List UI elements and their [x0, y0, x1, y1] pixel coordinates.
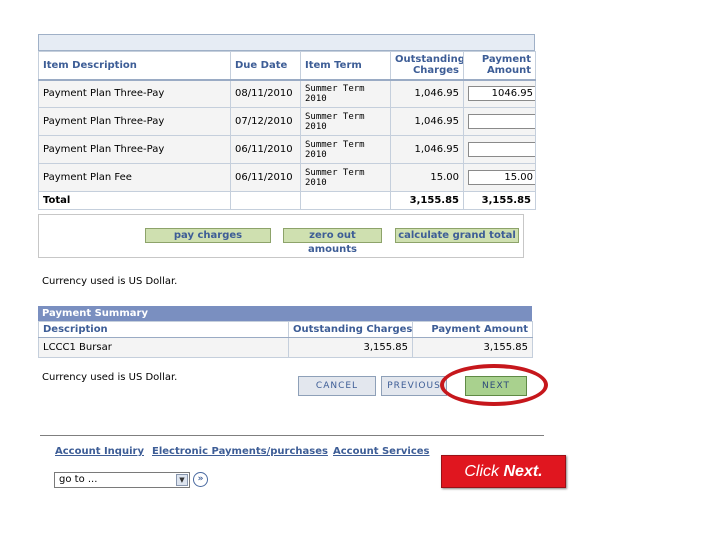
due-date: 08/11/2010: [230, 79, 301, 108]
total-row: Total 3,155.85 3,155.85: [38, 191, 536, 210]
highlight-ellipse: [440, 364, 548, 406]
col-payment-amount: Payment Amount: [463, 51, 536, 81]
summary-col-payment: Payment Amount: [412, 321, 533, 338]
payment-summary-table: Description Outstanding Charges Payment …: [38, 321, 533, 358]
payment-amount-input[interactable]: [468, 86, 535, 102]
item-description: Payment Plan Three-Pay: [38, 79, 231, 108]
payment-amount-input[interactable]: [468, 142, 535, 157]
previous-button[interactable]: PREVIOUS: [381, 376, 447, 396]
callout-prefix: Click: [464, 463, 504, 480]
goto-select[interactable]: go to ... ▼: [54, 472, 190, 488]
total-outstanding: 3,155.85: [390, 191, 464, 210]
account-inquiry-link[interactable]: Account Inquiry: [55, 446, 144, 457]
payment-amount-input[interactable]: [468, 170, 535, 185]
currency-note-2: Currency used is US Dollar.: [42, 372, 178, 383]
outstanding-charge: 1,046.95: [390, 79, 464, 108]
callout-emphasis: Next.: [503, 463, 543, 480]
due-date: 06/11/2010: [230, 163, 301, 192]
outstanding-charge: 15.00: [390, 163, 464, 192]
zero-out-amounts-button[interactable]: zero out amounts: [283, 228, 382, 255]
summary-col-description: Description: [38, 321, 289, 338]
item-description: Payment Plan Three-Pay: [38, 107, 231, 136]
payment-amount-input[interactable]: [468, 114, 535, 129]
footer-divider: [40, 435, 544, 436]
charges-header-row: Item Description Due Date Item Term Outs…: [38, 51, 536, 81]
total-label: Total: [38, 191, 231, 210]
pay-charges-button[interactable]: pay charges: [145, 228, 271, 243]
col-outstanding: Outstanding Charges: [390, 51, 464, 81]
item-description: Payment Plan Fee: [38, 163, 231, 192]
item-term: Summer Term 2010: [300, 107, 391, 136]
summary-header-row: Description Outstanding Charges Payment …: [38, 321, 533, 338]
due-date: 06/11/2010: [230, 135, 301, 164]
click-next-callout: Click Next.: [441, 455, 566, 488]
total-payment: 3,155.85: [463, 191, 536, 210]
item-term: Summer Term 2010: [300, 135, 391, 164]
col-due-date: Due Date: [230, 51, 301, 81]
account-services-link[interactable]: Account Services: [333, 446, 430, 457]
item-term: Summer Term 2010: [300, 79, 391, 108]
table-row: Payment Plan Three-Pay 08/11/2010 Summer…: [38, 79, 536, 108]
col-item-description: Item Description: [38, 51, 231, 81]
electronic-payments-link[interactable]: Electronic Payments/purchases: [152, 446, 328, 457]
summary-payment: 3,155.85: [412, 337, 533, 358]
payment-summary-title: Payment Summary: [38, 306, 532, 321]
charges-table: Item Description Due Date Item Term Outs…: [38, 51, 536, 210]
charges-table-topbar: [38, 34, 535, 51]
outstanding-charge: 1,046.95: [390, 107, 464, 136]
calculate-grand-total-button[interactable]: calculate grand total: [395, 228, 519, 243]
action-button-box: pay charges zero out amounts calculate g…: [38, 214, 524, 258]
summary-col-outstanding: Outstanding Charges: [288, 321, 413, 338]
item-description: Payment Plan Three-Pay: [38, 135, 231, 164]
goto-select-value: go to ...: [59, 474, 98, 485]
currency-note: Currency used is US Dollar.: [42, 276, 178, 287]
outstanding-charge: 1,046.95: [390, 135, 464, 164]
double-chevron-right-icon[interactable]: »: [193, 472, 208, 487]
table-row: Payment Plan Fee 06/11/2010 Summer Term …: [38, 163, 536, 192]
due-date: 07/12/2010: [230, 107, 301, 136]
col-item-term: Item Term: [300, 51, 391, 81]
table-row: LCCC1 Bursar 3,155.85 3,155.85: [38, 337, 533, 358]
table-row: Payment Plan Three-Pay 06/11/2010 Summer…: [38, 135, 536, 164]
summary-description: LCCC1 Bursar: [38, 337, 289, 358]
summary-outstanding: 3,155.85: [288, 337, 413, 358]
cancel-button[interactable]: CANCEL: [298, 376, 376, 396]
chevron-down-icon[interactable]: ▼: [176, 474, 188, 486]
table-row: Payment Plan Three-Pay 07/12/2010 Summer…: [38, 107, 536, 136]
item-term: Summer Term 2010: [300, 163, 391, 192]
